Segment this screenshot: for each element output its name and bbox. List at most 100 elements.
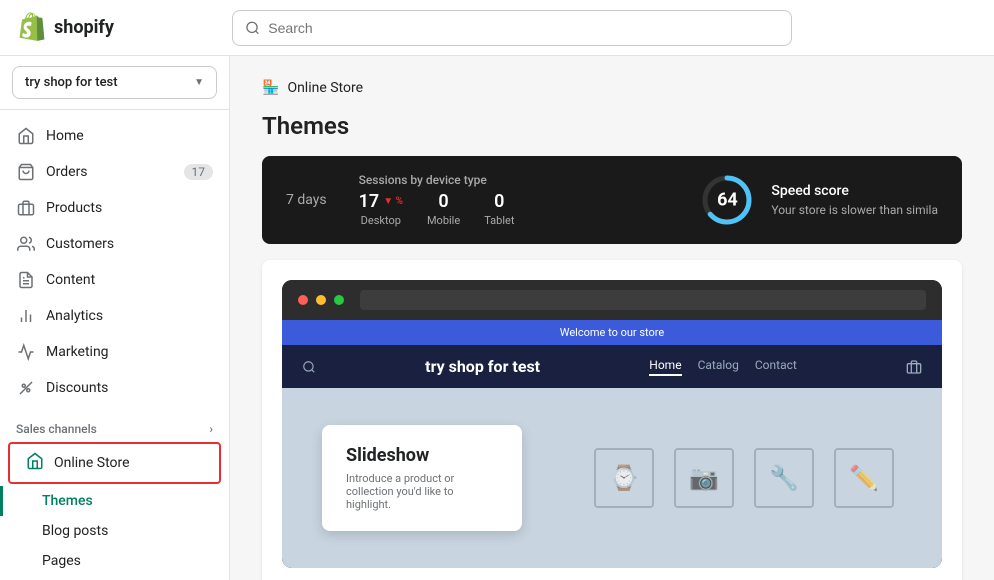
preview-container: Welcome to our store try shop for test H… <box>262 260 962 580</box>
speed-section: 64 Speed score Your store is slower than… <box>699 172 938 228</box>
store-dropdown[interactable]: try shop for test ▼ <box>12 66 217 99</box>
sidebar-item-marketing[interactable]: Marketing <box>0 334 229 370</box>
online-store-icon <box>26 452 44 474</box>
sidebar-subitem-pages-label: Pages <box>42 553 81 569</box>
sidebar-item-content-label: Content <box>46 272 95 288</box>
site-search-icon <box>302 360 316 374</box>
speed-circle: 64 <box>699 172 755 228</box>
stat-mobile-label: Mobile <box>427 214 460 227</box>
site-nav-home: Home <box>649 358 681 376</box>
sidebar-item-customers[interactable]: Customers <box>0 226 229 262</box>
logo-text: shopify <box>54 17 114 38</box>
store-breadcrumb-icon: 🏪 <box>262 80 279 96</box>
sketch-pencil: ✏️ <box>834 448 894 508</box>
search-bar[interactable] <box>232 10 792 46</box>
shopify-logo: shopify <box>16 12 216 44</box>
sidebar-subitem-blog-posts-label: Blog posts <box>42 523 108 539</box>
main-nav: Home Orders 17 Products <box>0 110 229 414</box>
top-bar: shopify <box>0 0 994 56</box>
browser-content: Welcome to our store try shop for test H… <box>282 320 942 568</box>
site-logo-text: try shop for test <box>425 357 540 376</box>
breadcrumb-label: Online Store <box>287 80 363 96</box>
stat-tablet-num: 0 <box>494 191 504 212</box>
stat-tablet-label: Tablet <box>484 214 514 227</box>
discounts-icon <box>16 378 36 398</box>
browser-dot-red <box>298 295 308 305</box>
speed-desc: Your store is slower than simila <box>771 203 938 217</box>
sketch-camera: 📷 <box>674 448 734 508</box>
sidebar-item-home-label: Home <box>46 128 84 144</box>
stat-mobile-num: 0 <box>438 191 448 212</box>
slideshow-card: Slideshow Introduce a product or collect… <box>322 425 522 531</box>
analytics-icon <box>16 306 36 326</box>
speed-value: 64 <box>717 190 738 211</box>
page-title: Themes <box>262 112 962 140</box>
orders-icon <box>16 162 36 182</box>
sidebar-item-analytics[interactable]: Analytics <box>0 298 229 334</box>
browser-dot-yellow <box>316 295 326 305</box>
sidebar-item-orders[interactable]: Orders 17 <box>0 154 229 190</box>
breadcrumb: 🏪 Online Store <box>262 80 962 96</box>
browser-dot-green <box>334 295 344 305</box>
store-selector[interactable]: try shop for test ▼ <box>0 56 229 110</box>
speed-info: Speed score Your store is slower than si… <box>771 183 938 217</box>
sketch-watch: ⌚ <box>594 448 654 508</box>
stat-mobile: 0 Mobile <box>427 191 460 227</box>
shopify-logo-icon <box>16 12 48 44</box>
site-nav: try shop for test Home Catalog Contact <box>282 345 942 388</box>
sidebar-item-products-label: Products <box>46 200 102 216</box>
stat-desktop-label: Desktop <box>361 214 401 227</box>
sidebar-item-orders-label: Orders <box>46 164 88 180</box>
sidebar-subitem-pages[interactable]: Pages <box>0 546 229 576</box>
stat-tablet: 0 Tablet <box>484 191 514 227</box>
sales-channels-section: Sales channels › <box>0 414 229 440</box>
sidebar-subitem-themes[interactable]: Themes <box>0 486 229 516</box>
sidebar-item-marketing-label: Marketing <box>46 344 109 360</box>
slideshow-desc: Introduce a product or collection you'd … <box>346 472 498 511</box>
customers-icon <box>16 234 36 254</box>
stats-values: 17 ▼ % Desktop 0 Mobile 0 Tablet <box>359 191 515 227</box>
store-name: try shop for test <box>25 75 118 90</box>
site-nav-links: Home Catalog Contact <box>649 358 797 376</box>
sidebar-item-online-store[interactable]: Online Store <box>8 442 221 484</box>
desktop-down-icon: ▼ % <box>383 196 403 207</box>
stat-desktop: 17 ▼ % Desktop <box>359 191 403 227</box>
sidebar-subitem-blog-posts[interactable]: Blog posts <box>0 516 229 546</box>
site-bg-decorations: ⌚ 📷 🔧 ✏️ <box>546 388 942 568</box>
site-nav-contact: Contact <box>755 358 797 376</box>
stats-days: 7 days <box>286 192 327 208</box>
stats-bar: 7 days Sessions by device type 17 ▼ % De… <box>262 156 962 244</box>
search-icon <box>245 20 260 36</box>
main-layout: try shop for test ▼ Home Orders 17 <box>0 56 994 580</box>
sales-channels-arrow-icon: › <box>209 422 213 436</box>
sidebar: try shop for test ▼ Home Orders 17 <box>0 56 230 580</box>
sidebar-item-discounts-label: Discounts <box>46 380 108 396</box>
sidebar-subitem-navigation[interactable]: Navigation <box>0 576 229 580</box>
sidebar-item-content[interactable]: Content <box>0 262 229 298</box>
sidebar-item-customers-label: Customers <box>46 236 114 252</box>
dropdown-arrow-icon: ▼ <box>194 77 204 88</box>
stat-desktop-num: 17 ▼ % <box>359 191 403 212</box>
sketch-tool: 🔧 <box>754 448 814 508</box>
home-icon <box>16 126 36 146</box>
sessions-label: Sessions by device type <box>359 173 515 187</box>
site-body: Slideshow Introduce a product or collect… <box>282 388 942 568</box>
site-nav-catalog: Catalog <box>698 358 739 376</box>
content-icon <box>16 270 36 290</box>
orders-badge: 17 <box>184 164 214 180</box>
sidebar-item-home[interactable]: Home <box>0 118 229 154</box>
site-welcome-bar: Welcome to our store <box>282 320 942 345</box>
sidebar-item-online-store-label: Online Store <box>54 455 130 471</box>
sidebar-subitem-themes-label: Themes <box>42 493 93 509</box>
sidebar-item-analytics-label: Analytics <box>46 308 103 324</box>
search-input[interactable] <box>268 20 779 36</box>
marketing-icon <box>16 342 36 362</box>
tool-sketch: ⌚ 📷 🔧 ✏️ <box>546 388 942 568</box>
site-logo <box>302 360 316 374</box>
sidebar-item-products[interactable]: Products <box>0 190 229 226</box>
site-cart-icon <box>906 359 922 375</box>
sidebar-item-discounts[interactable]: Discounts <box>0 370 229 406</box>
slideshow-title: Slideshow <box>346 445 498 466</box>
stats-sessions-section: Sessions by device type 17 ▼ % Desktop 0… <box>359 173 515 227</box>
products-icon <box>16 198 36 218</box>
